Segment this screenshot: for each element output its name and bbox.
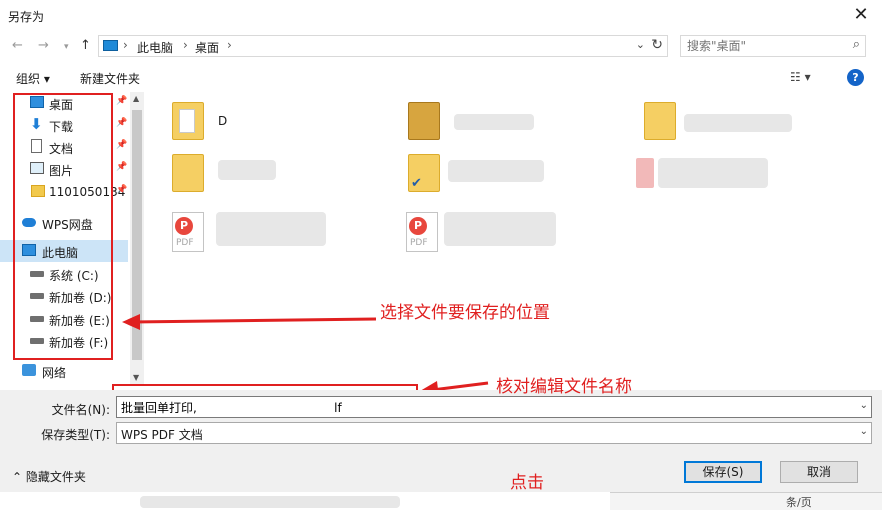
background-window: 条/页: [0, 492, 882, 510]
save-form: 文件名(N): ⌄ 保存类型(T): WPS PDF 文档 ⌄: [0, 390, 882, 450]
filename-annotation: 核对编辑文件名称: [496, 377, 632, 397]
click-annotation: 点击: [510, 473, 544, 493]
filename-label: 文件名(N):: [51, 403, 110, 417]
filename-input[interactable]: [117, 397, 847, 417]
cancel-button[interactable]: 取消: [780, 461, 858, 483]
filename-arrow: [431, 381, 489, 392]
filetype-value: WPS PDF 文档: [121, 428, 203, 442]
hide-folders-label: 隐藏文件夹: [25, 470, 86, 484]
chevron-down-icon[interactable]: ⌄: [860, 426, 868, 437]
filetype-select[interactable]: WPS PDF 文档 ⌄: [116, 422, 872, 444]
filename-field[interactable]: ⌄: [116, 396, 872, 418]
save-button[interactable]: 保存(S): [684, 461, 762, 483]
filetype-label: 保存类型(T):: [41, 428, 110, 442]
location-annotation: 选择文件要保存的位置: [380, 303, 550, 323]
chevron-up-icon: ⌃: [12, 470, 23, 484]
background-panel: 条/页: [610, 492, 882, 510]
dialog-footer: ⌃ 隐藏文件夹 保存(S) 取消: [0, 450, 882, 492]
location-arrow: [131, 317, 377, 324]
chevron-down-icon[interactable]: ⌄: [860, 400, 868, 411]
hide-folders-toggle[interactable]: ⌃ 隐藏文件夹: [12, 468, 86, 485]
location-arrowhead: [122, 314, 140, 330]
page-size-label: 条/页: [786, 496, 812, 509]
